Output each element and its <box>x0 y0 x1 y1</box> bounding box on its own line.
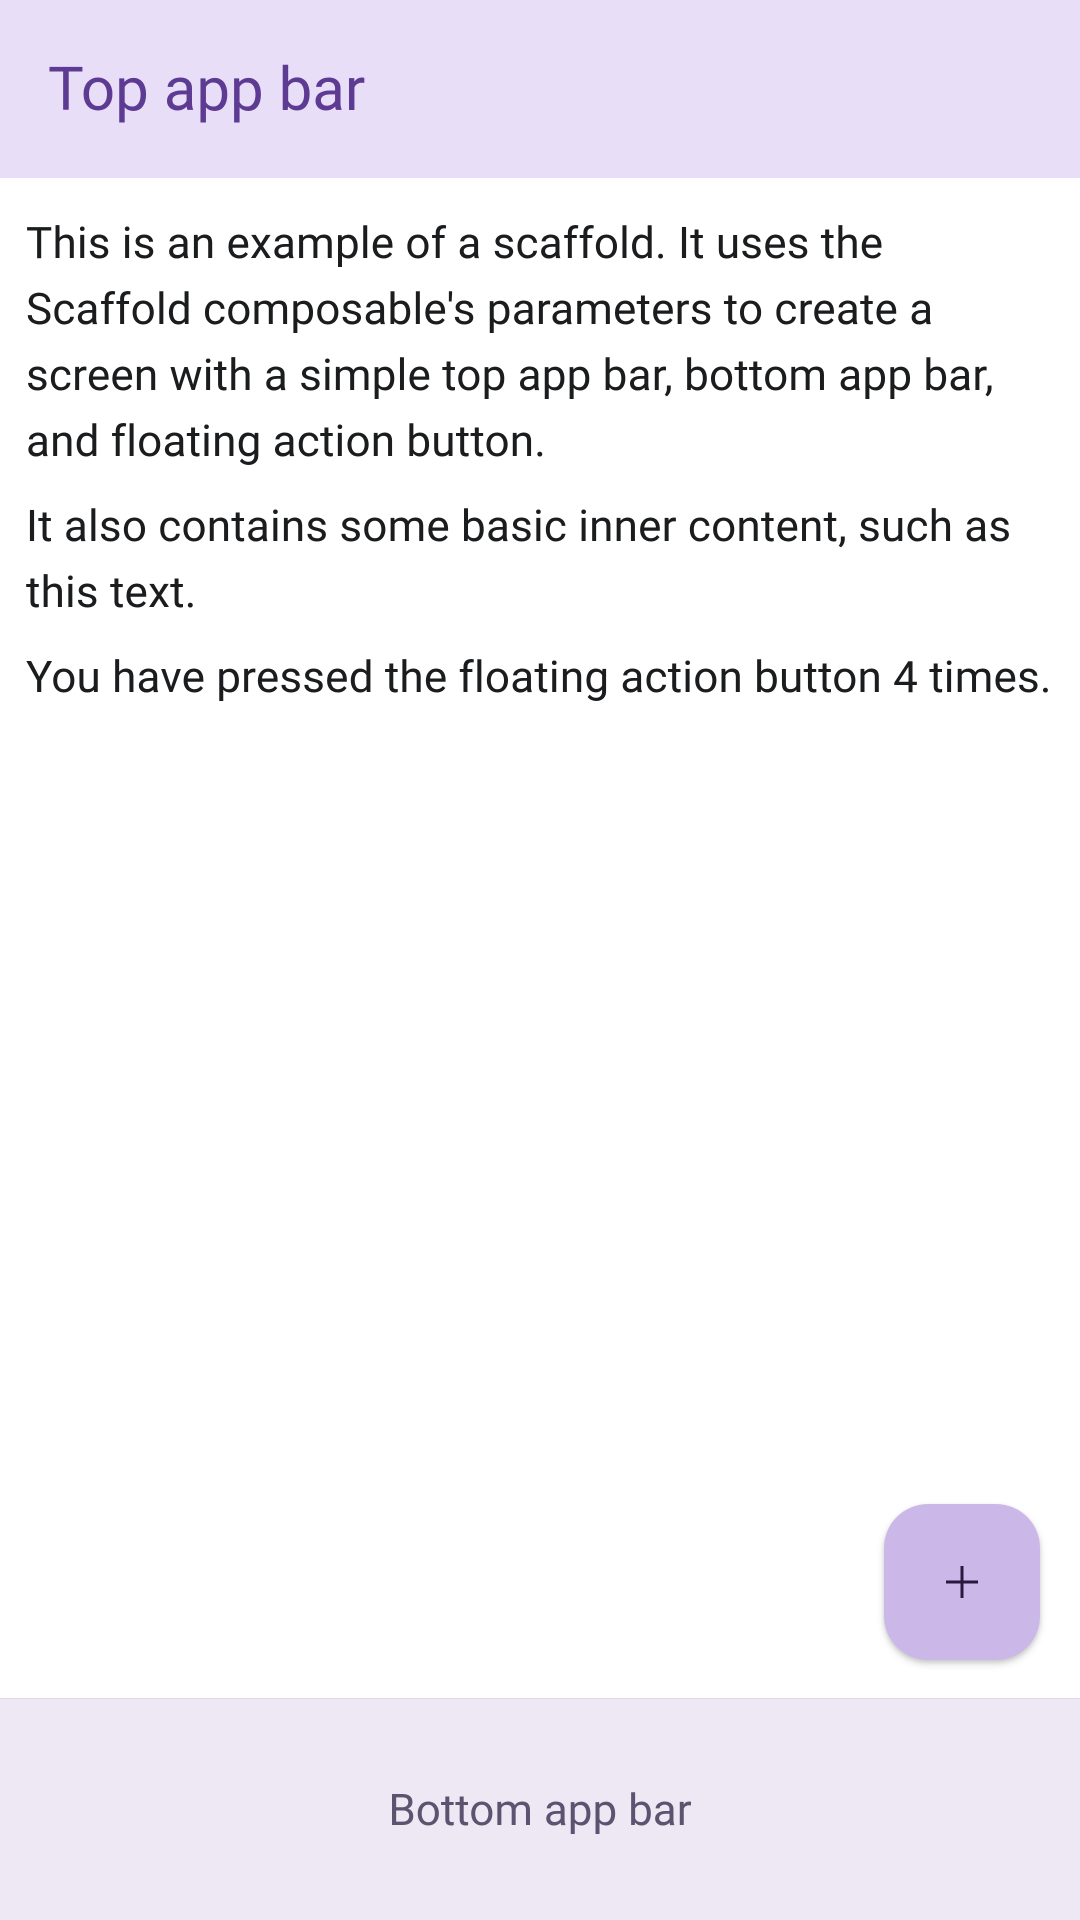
floating-action-button[interactable] <box>884 1504 1040 1660</box>
press-count-value: 4 <box>893 651 918 703</box>
press-count-prefix: You have pressed the floating action but… <box>26 651 893 703</box>
top-app-bar: Top app bar <box>0 0 1080 178</box>
press-count-suffix: times. <box>918 651 1052 703</box>
top-app-bar-title: Top app bar <box>48 54 365 125</box>
bottom-app-bar: Bottom app bar <box>0 1698 1080 1920</box>
content-press-count: You have pressed the floating action but… <box>26 644 1054 710</box>
bottom-app-bar-label: Bottom app bar <box>388 1784 691 1836</box>
content-area: This is an example of a scaffold. It use… <box>0 178 1080 742</box>
add-icon <box>938 1558 986 1606</box>
content-paragraph-2: It also contains some basic inner conten… <box>26 493 1054 625</box>
content-paragraph-1: This is an example of a scaffold. It use… <box>26 210 1054 474</box>
